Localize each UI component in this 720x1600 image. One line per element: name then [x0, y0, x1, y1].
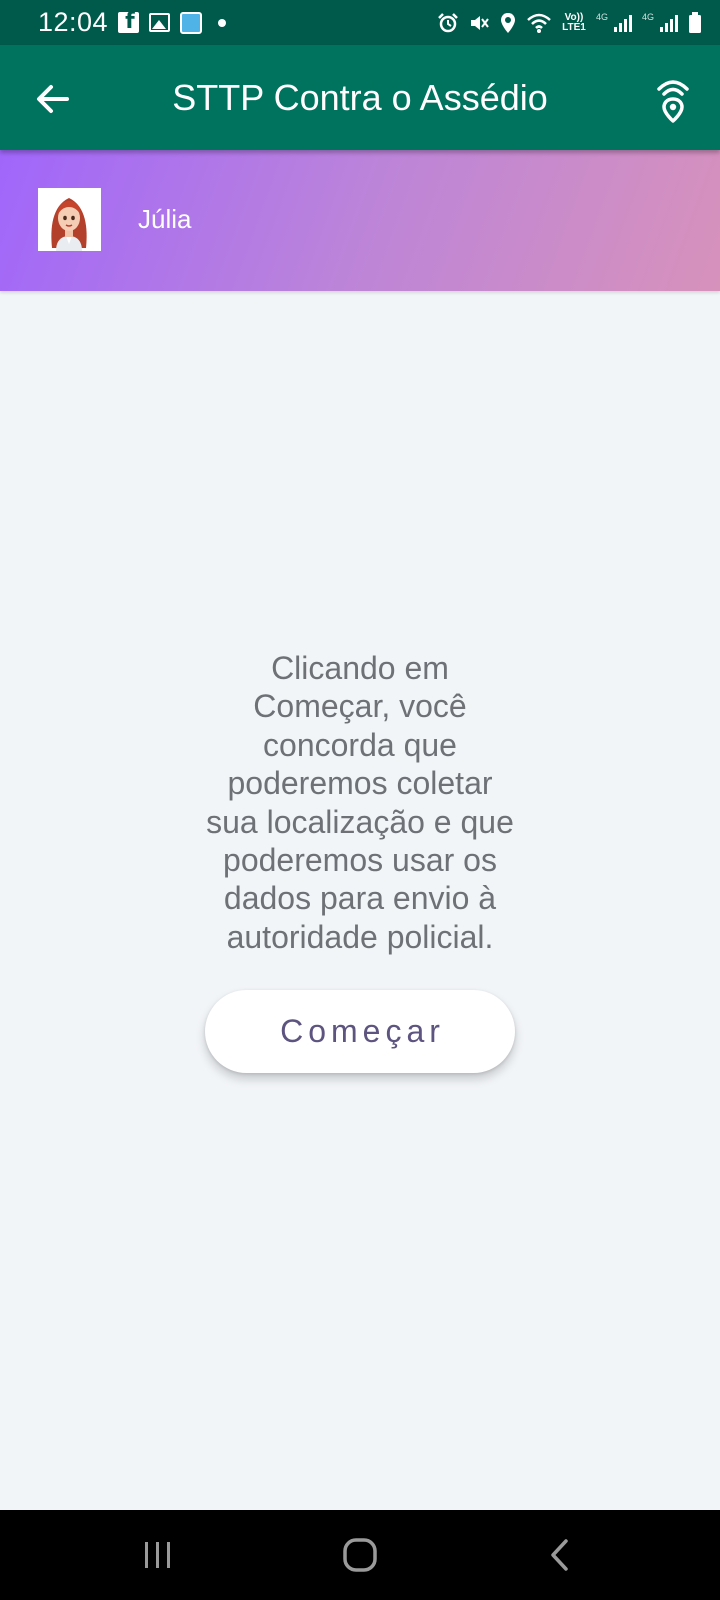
main-content: Clicando em Começar, você concorda que p… — [0, 291, 720, 1510]
status-time: 12:04 — [38, 7, 109, 37]
alarm-icon — [437, 12, 459, 34]
app-bar: STTP Contra o Assédio — [0, 45, 720, 150]
recents-icon — [145, 1542, 170, 1568]
status-right: Vo)) LTE1 4G 4G — [437, 11, 702, 34]
status-left: 12:04 — [38, 7, 227, 38]
gallery-notification-icon — [149, 13, 171, 32]
location-share-button[interactable] — [648, 71, 698, 125]
navigation-bar — [0, 1510, 720, 1600]
avatar — [38, 188, 101, 251]
signal-icon-1 — [613, 13, 633, 33]
volte-label: Vo)) LTE1 — [562, 11, 586, 33]
wifi-icon — [526, 12, 552, 34]
app-notification-icon — [180, 11, 203, 34]
location-signal-icon — [657, 80, 689, 123]
battery-icon — [688, 11, 702, 34]
page-title: STTP Contra o Assédio — [172, 77, 548, 118]
facebook-notification-icon — [118, 9, 140, 34]
network-type-1: 4G — [595, 11, 608, 22]
signal-icon-2 — [659, 13, 679, 33]
back-chevron-icon — [551, 1539, 568, 1571]
user-header: Júlia — [0, 150, 720, 291]
home-icon — [343, 1538, 377, 1572]
consent-text: Clicando em Começar, você concorda que p… — [206, 650, 514, 955]
network-type-2: 4G — [641, 11, 654, 22]
home-button[interactable] — [330, 1530, 390, 1580]
more-notifications-icon — [218, 18, 227, 27]
location-status-icon — [499, 12, 517, 34]
mute-icon — [468, 12, 490, 34]
status-bar: 12:04 Vo)) LTE1 4G 4G — [0, 0, 720, 45]
start-button[interactable]: Começar — [205, 990, 515, 1073]
recents-button[interactable] — [128, 1530, 188, 1580]
system-back-button[interactable] — [530, 1530, 590, 1580]
user-name: Júlia — [138, 204, 192, 234]
